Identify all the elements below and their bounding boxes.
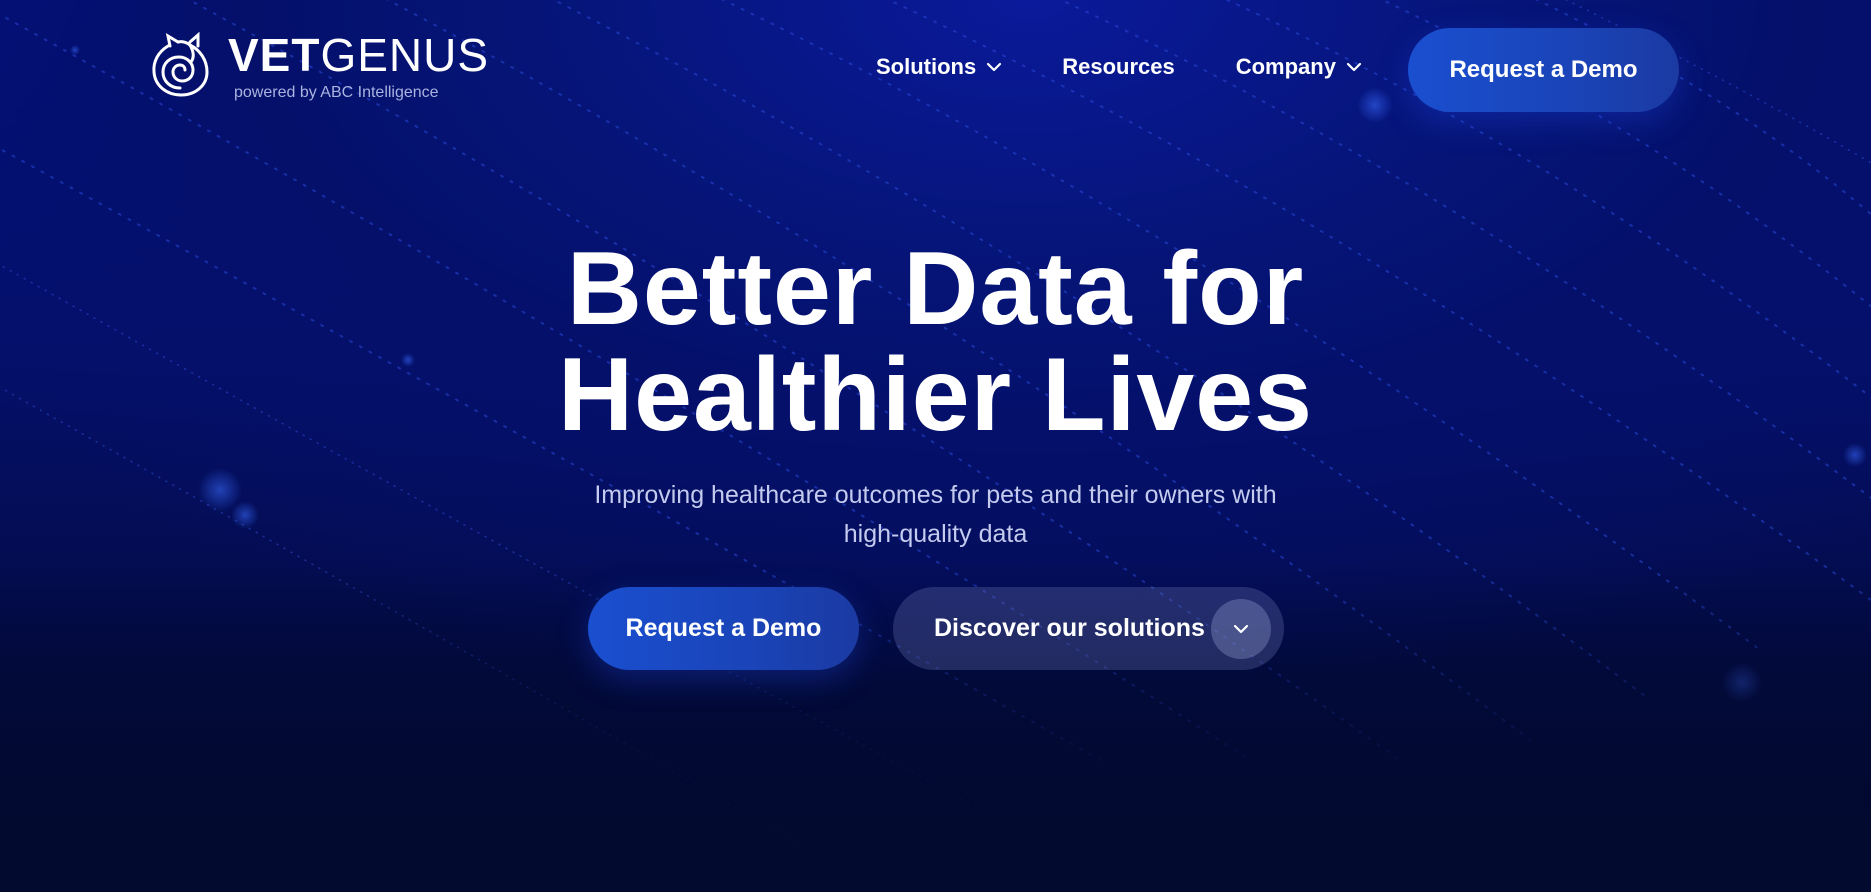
chevron-down-icon xyxy=(1233,624,1249,634)
hero-title: Better Data for Healthier Lives xyxy=(0,236,1871,448)
hero-subtitle: Improving healthcare outcomes for pets a… xyxy=(0,476,1871,554)
brand-name-light: GENUS xyxy=(320,29,490,81)
hero-title-line-1: Better Data for xyxy=(566,231,1305,347)
hero-request-demo-label: Request a Demo xyxy=(625,614,822,642)
discover-solutions-button[interactable]: Discover our solutions xyxy=(893,587,1284,670)
brand-name-bold: VET xyxy=(228,29,321,81)
header-request-demo-button[interactable]: Request a Demo xyxy=(1408,28,1679,112)
brand-tagline: powered by ABC Intelligence xyxy=(234,84,439,101)
nav-item-solutions[interactable]: Solutions xyxy=(876,54,1002,80)
hero-title-line-2: Healthier Lives xyxy=(558,337,1313,453)
hero-subtitle-line-1: Improving healthcare outcomes for pets a… xyxy=(594,481,1277,509)
main-nav: Solutions Resources Company xyxy=(876,54,1362,80)
nav-item-label: Company xyxy=(1235,54,1336,79)
hero-subtitle-line-2: high-quality data xyxy=(843,520,1028,548)
brand-wordmark: VETGENUS xyxy=(228,32,489,78)
hero-request-demo-button[interactable]: Request a Demo xyxy=(588,587,859,670)
chevron-down-icon xyxy=(987,62,1002,72)
header-request-demo-label: Request a Demo xyxy=(1449,56,1638,83)
cat-spiral-icon xyxy=(152,32,209,97)
nav-item-label: Solutions xyxy=(876,54,977,79)
discover-solutions-label: Discover our solutions xyxy=(934,614,1205,642)
nav-item-company[interactable]: Company xyxy=(1236,54,1362,80)
brand-logo[interactable]: VETGENUS powered by ABC Intelligence xyxy=(150,32,489,102)
nav-item-resources[interactable]: Resources xyxy=(1062,54,1175,80)
chevron-down-icon xyxy=(1346,62,1362,72)
discover-chevron-circle xyxy=(1211,599,1271,659)
nav-item-label: Resources xyxy=(1062,54,1175,79)
